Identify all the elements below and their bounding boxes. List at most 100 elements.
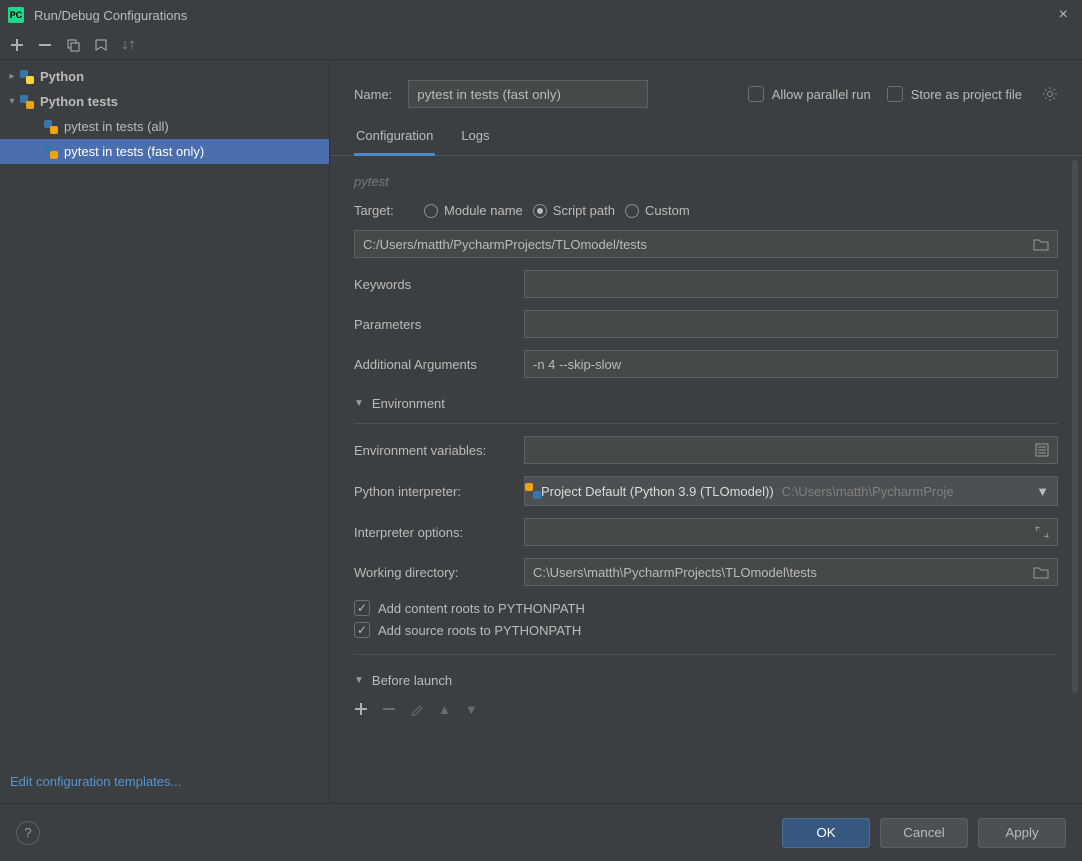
edit-templates-link[interactable]: Edit configuration templates...: [0, 766, 191, 803]
working-directory-input[interactable]: [524, 558, 1058, 586]
add-source-roots-checkbox[interactable]: Add source roots to PYTHONPATH: [354, 622, 1058, 638]
parameters-label: Parameters: [354, 317, 514, 332]
help-button[interactable]: ?: [16, 821, 40, 845]
before-launch-toolbar: ▲ ▼: [354, 696, 1058, 731]
tab-configuration[interactable]: Configuration: [354, 118, 435, 156]
tab-logs[interactable]: Logs: [459, 118, 491, 155]
config-tabs: Configuration Logs: [330, 118, 1082, 156]
add-content-roots-checkbox[interactable]: Add content roots to PYTHONPATH: [354, 600, 1058, 616]
apply-button[interactable]: Apply: [978, 818, 1066, 848]
pytest-icon: [42, 120, 60, 134]
remove-task-button[interactable]: [382, 702, 396, 717]
target-label: Target:: [354, 203, 414, 218]
chevron-right-icon: ▸: [6, 71, 18, 82]
target-path-input[interactable]: [354, 230, 1058, 258]
add-task-button[interactable]: [354, 702, 368, 717]
edit-task-button[interactable]: [410, 702, 424, 717]
tree-label: Python: [36, 69, 84, 84]
target-radio-group: Module name Script path Custom: [424, 203, 690, 218]
gear-icon[interactable]: [1042, 86, 1058, 102]
config-name-input[interactable]: [408, 80, 648, 108]
interpreter-dropdown[interactable]: Project Default (Python 3.9 (TLOmodel)) …: [524, 476, 1058, 506]
config-header: Name: Allow parallel run Store as projec…: [330, 60, 1082, 118]
tree-item-label: pytest in tests (fast only): [60, 144, 204, 159]
interpreter-path: C:\Users\matth\PycharmProje: [782, 484, 1028, 499]
tree-node-python-tests[interactable]: ▾ Python tests: [0, 89, 329, 114]
separator: [354, 654, 1058, 655]
tree-item-pytest-all[interactable]: pytest in tests (all): [0, 114, 329, 139]
config-toolbar: [0, 30, 1082, 60]
parameters-row: Parameters: [354, 310, 1058, 338]
config-tree: ▸ Python ▾ Python tests pytest in tests …: [0, 60, 330, 803]
additional-args-input[interactable]: [524, 350, 1058, 378]
config-editor: Name: Allow parallel run Store as projec…: [330, 60, 1082, 803]
radio-module-name[interactable]: Module name: [424, 203, 523, 218]
keywords-label: Keywords: [354, 277, 514, 292]
allow-parallel-checkbox[interactable]: Allow parallel run: [748, 86, 871, 102]
interpreter-options-input[interactable]: [524, 518, 1058, 546]
scrollbar[interactable]: [1072, 160, 1078, 693]
checkbox-icon: [354, 622, 370, 638]
separator: [354, 423, 1058, 424]
folder-icon[interactable]: [1033, 237, 1049, 251]
chevron-down-icon: ▼: [1036, 484, 1049, 499]
checkbox-label: Allow parallel run: [772, 87, 871, 102]
interpreter-name: Project Default (Python 3.9 (TLOmodel)): [541, 484, 774, 499]
working-directory-row: Working directory:: [354, 558, 1058, 586]
ok-button[interactable]: OK: [782, 818, 870, 848]
section-label: Before launch: [372, 673, 452, 688]
working-directory-label: Working directory:: [354, 565, 514, 580]
interpreter-label: Python interpreter:: [354, 484, 514, 499]
name-label: Name:: [354, 87, 392, 102]
remove-config-button[interactable]: [38, 38, 52, 52]
chevron-down-icon: ▼: [354, 675, 364, 686]
tree-item-pytest-fast[interactable]: pytest in tests (fast only): [0, 139, 329, 164]
store-as-file-checkbox[interactable]: Store as project file: [887, 86, 1022, 102]
radio-script-path[interactable]: Script path: [533, 203, 615, 218]
close-icon[interactable]: ×: [1053, 6, 1074, 24]
checkbox-icon: [887, 86, 903, 102]
list-icon[interactable]: [1035, 443, 1049, 457]
parameters-input[interactable]: [524, 310, 1058, 338]
radio-custom[interactable]: Custom: [625, 203, 690, 218]
move-up-button[interactable]: ▲: [438, 702, 451, 717]
interpreter-options-label: Interpreter options:: [354, 525, 514, 540]
interpreter-options-row: Interpreter options:: [354, 518, 1058, 546]
cancel-button[interactable]: Cancel: [880, 818, 968, 848]
keywords-row: Keywords: [354, 270, 1058, 298]
window-title: Run/Debug Configurations: [34, 8, 1053, 23]
app-icon: PC: [8, 7, 24, 23]
expand-icon[interactable]: [1035, 525, 1049, 539]
python-icon: [18, 70, 36, 84]
section-pytest: pytest: [354, 174, 1058, 189]
target-row: Target: Module name Script path Custom: [354, 203, 1058, 218]
additional-args-row: Additional Arguments: [354, 350, 1058, 378]
environment-section-header[interactable]: ▼ Environment: [354, 396, 1058, 411]
move-down-button[interactable]: ▼: [465, 702, 478, 717]
section-label: Environment: [372, 396, 445, 411]
sort-config-button[interactable]: [122, 38, 136, 52]
tree-item-label: pytest in tests (all): [60, 119, 169, 134]
checkbox-label: Add content roots to PYTHONPATH: [378, 601, 585, 616]
add-config-button[interactable]: [10, 38, 24, 52]
save-config-button[interactable]: [94, 38, 108, 52]
checkbox-icon: [354, 600, 370, 616]
interpreter-row: Python interpreter: Project Default (Pyt…: [354, 476, 1058, 506]
env-vars-input[interactable]: [524, 436, 1058, 464]
keywords-input[interactable]: [524, 270, 1058, 298]
main-split: ▸ Python ▾ Python tests pytest in tests …: [0, 60, 1082, 803]
additional-args-label: Additional Arguments: [354, 357, 514, 372]
pytest-icon: [42, 145, 60, 159]
before-launch-section-header[interactable]: ▼ Before launch: [354, 673, 1058, 688]
tree-node-python[interactable]: ▸ Python: [0, 64, 329, 89]
title-bar: PC Run/Debug Configurations ×: [0, 0, 1082, 30]
chevron-down-icon: ▾: [6, 96, 18, 107]
target-path-row: [354, 230, 1058, 258]
chevron-down-icon: ▼: [354, 398, 364, 409]
copy-config-button[interactable]: [66, 38, 80, 52]
checkbox-label: Store as project file: [911, 87, 1022, 102]
checkbox-label: Add source roots to PYTHONPATH: [378, 623, 581, 638]
env-vars-row: Environment variables:: [354, 436, 1058, 464]
folder-icon[interactable]: [1033, 565, 1049, 579]
config-form: pytest Target: Module name Script path C…: [330, 156, 1082, 803]
